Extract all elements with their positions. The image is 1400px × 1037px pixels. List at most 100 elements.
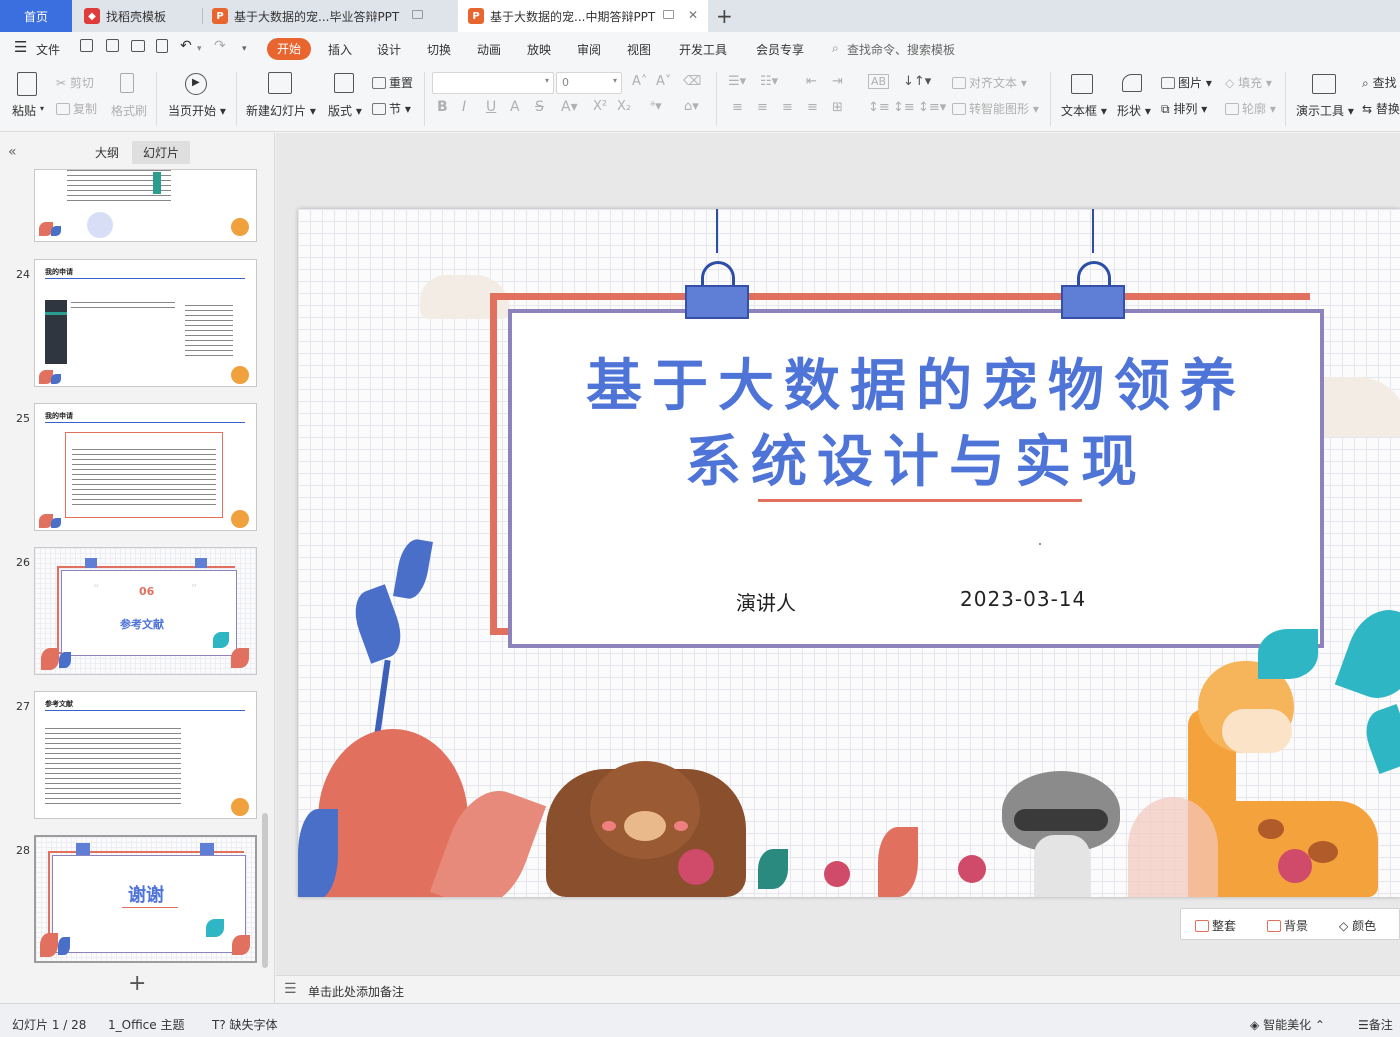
missing-font-button[interactable]: T? 缺失字体 (212, 1016, 278, 1033)
tidy-button[interactable]: 整套 (1195, 917, 1236, 934)
presenter-label[interactable]: 演讲人 (736, 587, 796, 616)
outdent-icon[interactable]: ⇤ (806, 74, 817, 89)
copy-button[interactable]: 复制 (56, 100, 97, 117)
slide-thumbnail-27[interactable]: 参考文献 (34, 691, 257, 819)
undo-dropdown-icon[interactable]: ▾ (197, 44, 202, 54)
undo-icon[interactable]: ↶ (180, 38, 192, 54)
cut-button[interactable]: ✂ 剪切 (56, 74, 94, 91)
presentation-date[interactable]: 2023-03-14 (960, 587, 1086, 611)
notes-pane[interactable]: ☰ 单击此处添加备注 (276, 975, 1400, 1003)
slide-title-line-2[interactable]: 系统设计与实现 (512, 417, 1320, 498)
background-button[interactable]: 背景 (1267, 917, 1308, 934)
slide-thumbnail-25[interactable]: 我的申请 (34, 403, 257, 531)
close-icon[interactable]: ✕ (688, 8, 698, 22)
underline-icon[interactable]: U (486, 99, 496, 115)
new-slide-button[interactable]: 新建幻灯片 ▾ (246, 102, 316, 119)
slide-thumbnail-23[interactable] (34, 169, 257, 242)
search-icon[interactable]: ⌕ (832, 41, 839, 56)
panel-scrollbar[interactable] (262, 813, 268, 968)
tab-slides[interactable]: 幻灯片 (132, 141, 191, 164)
phonetic-icon[interactable]: ᵃ▾ (650, 99, 662, 114)
paste-icon[interactable] (17, 72, 37, 96)
menu-insert[interactable]: 插入 (328, 41, 352, 58)
new-tab-button[interactable]: + (716, 0, 736, 32)
slide-thumbnail-26[interactable]: “ ” 06 参考文献 (34, 547, 257, 675)
from-current-button[interactable]: 当页开始 ▾ (168, 102, 226, 119)
reset-button[interactable]: 重置 (372, 74, 413, 91)
print-icon[interactable] (131, 40, 145, 52)
command-search[interactable]: 查找命令、搜索模板 (847, 41, 955, 58)
menu-file[interactable]: 文件 (36, 41, 60, 58)
menu-member[interactable]: 会员专享 (756, 41, 804, 58)
tab-home[interactable]: 首页 (0, 0, 72, 32)
menu-view[interactable]: 视图 (627, 41, 651, 58)
menu-animation[interactable]: 动画 (477, 41, 501, 58)
paste-dropdown-icon[interactable]: ▾ (40, 104, 44, 113)
color-button[interactable]: ◇ 颜色 (1339, 917, 1376, 934)
align-right-icon[interactable]: ≡ (782, 100, 793, 115)
distribute-icon[interactable]: ⊞ (832, 100, 843, 115)
paste-button[interactable]: 粘贴 (12, 102, 36, 119)
picture-button[interactable]: 图片 ▾ (1161, 74, 1212, 91)
font-color-icon[interactable]: A▾ (561, 99, 578, 115)
arrange-button[interactable]: ⧉ 排列 ▾ (1161, 100, 1207, 117)
slide-count[interactable]: 幻灯片 1 / 28 (12, 1016, 86, 1033)
replace-button[interactable]: ⇆ 替换 (1362, 100, 1400, 117)
increase-font-icon[interactable]: A˄ (632, 74, 647, 89)
textbox-button[interactable]: 文本框 ▾ (1061, 102, 1107, 119)
present-tools-button[interactable]: 演示工具 ▾ (1296, 102, 1354, 119)
menu-slideshow[interactable]: 放映 (527, 41, 551, 58)
theme-name[interactable]: 1_Office 主题 (108, 1016, 184, 1033)
smart-beautify-button[interactable]: ◈ 智能美化 ⌃ (1250, 1016, 1325, 1033)
menu-design[interactable]: 设计 (377, 41, 401, 58)
tab-docer-templates[interactable]: ◆ 找稻壳模板 (84, 0, 200, 32)
save-icon[interactable] (80, 39, 93, 52)
menu-developer[interactable]: 开发工具 (679, 41, 727, 58)
outline-button[interactable]: 轮廓 ▾ (1225, 100, 1276, 117)
bullet-list-icon[interactable]: ☰▾ (728, 74, 746, 89)
sort-icon[interactable]: ↓↑▾ (903, 74, 931, 89)
shape-button[interactable]: 形状 ▾ (1117, 102, 1151, 119)
export-icon[interactable] (106, 39, 119, 52)
quick-access-dropdown-icon[interactable]: ▾ (242, 44, 247, 54)
shadow-icon[interactable]: A (510, 99, 520, 115)
collapse-panel-icon[interactable]: « (8, 144, 17, 160)
tab-outline[interactable]: 大纲 (95, 144, 119, 161)
tab-graduation-ppt[interactable]: P 基于大数据的宠...毕业答辩PPT (212, 0, 450, 32)
align-left-icon[interactable]: ≡ (732, 100, 743, 115)
highlight-icon[interactable]: ⌂▾ (684, 99, 699, 114)
layout-button[interactable]: 版式 ▾ (328, 102, 362, 119)
align-center-icon[interactable]: ≡ (757, 100, 768, 115)
slide-title-line-1[interactable]: 基于大数据的宠物领养 (512, 341, 1320, 422)
format-painter-button[interactable]: 格式刷 (111, 102, 147, 119)
find-button[interactable]: ⌕ 查找 (1362, 74, 1397, 91)
strikethrough-icon[interactable]: S (535, 99, 544, 115)
subscript-icon[interactable]: X₂ (617, 99, 631, 114)
paragraph-spacing-icon[interactable]: ↕≡ (893, 100, 915, 115)
redo-icon[interactable]: ↷ (214, 38, 226, 54)
italic-icon[interactable]: I (462, 99, 466, 115)
smart-art-button[interactable]: 转智能图形 ▾ (952, 100, 1039, 117)
font-size-select[interactable]: 0 ▾ (556, 72, 622, 94)
menu-review[interactable]: 审阅 (577, 41, 601, 58)
text-direction-icon[interactable]: AB (868, 74, 890, 89)
menu-transition[interactable]: 切换 (427, 41, 451, 58)
preview-icon[interactable] (156, 39, 168, 53)
fill-button[interactable]: ◇ 填充 ▾ (1225, 74, 1272, 91)
add-slide-button[interactable]: + (128, 971, 146, 996)
superscript-icon[interactable]: X² (593, 99, 607, 114)
indent-icon[interactable]: ⇥ (832, 74, 843, 89)
font-name-select[interactable]: ▾ (432, 72, 554, 94)
line-spacing-icon[interactable]: ↕≡ (868, 100, 890, 115)
align-text-button[interactable]: 对齐文本 ▾ (952, 74, 1027, 91)
current-slide[interactable]: 基于大数据的宠物领养 系统设计与实现 演讲人 2023-03-14 (298, 209, 1400, 897)
menu-start[interactable]: 开始 (267, 38, 311, 60)
numbered-list-icon[interactable]: ☷▾ (760, 74, 778, 89)
decrease-font-icon[interactable]: A˅ (656, 74, 671, 89)
slide-thumbnail-28-selected[interactable]: 谢谢 (34, 835, 257, 963)
notes-placeholder[interactable]: 单击此处添加备注 (308, 983, 404, 1000)
justify-icon[interactable]: ≡ (807, 100, 818, 115)
bold-icon[interactable]: B (437, 99, 448, 115)
section-button[interactable]: 节 ▾ (372, 100, 411, 117)
columns-icon[interactable]: ↕≡▾ (918, 100, 946, 115)
